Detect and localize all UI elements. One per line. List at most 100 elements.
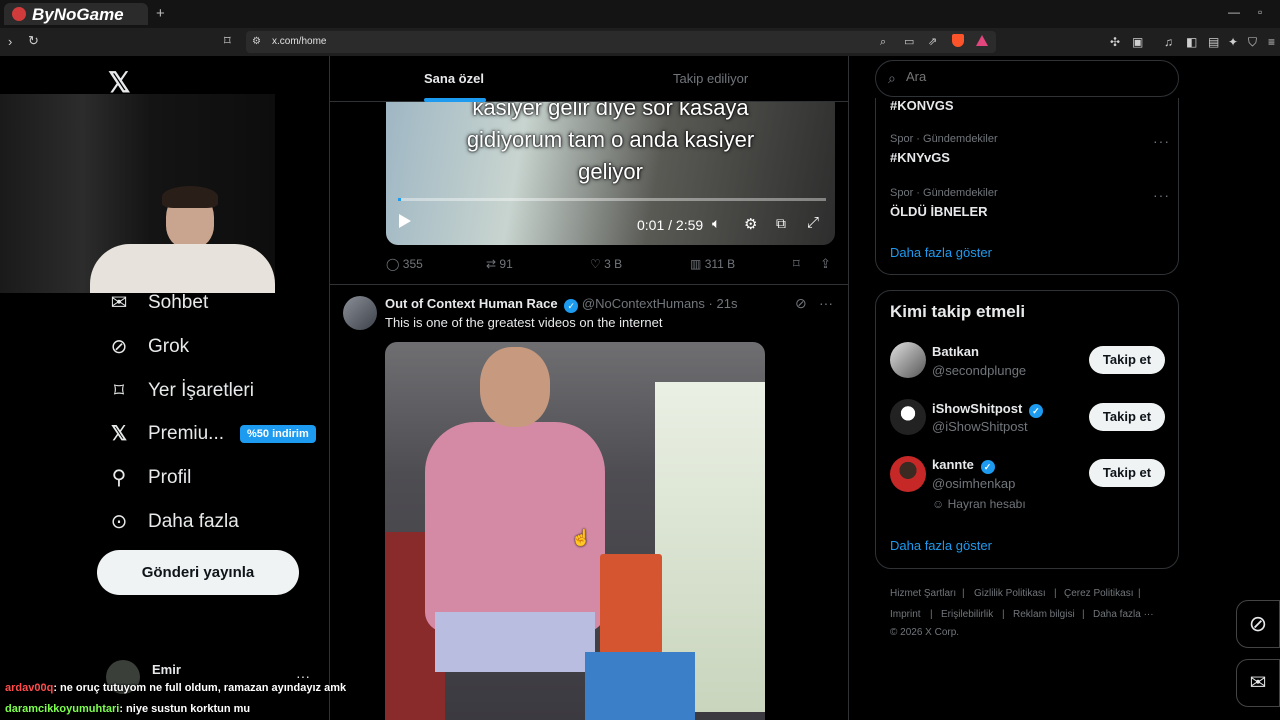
tab-following[interactable]: Takip ediliyor <box>673 71 748 86</box>
follow-button[interactable]: Takip et <box>1089 346 1165 374</box>
post-more-icon[interactable]: ··· <box>819 295 833 311</box>
grok-float-button[interactable]: ⊘ <box>1236 600 1280 648</box>
new-tab-button[interactable]: + <box>156 5 165 22</box>
trends-show-more-link[interactable]: Daha fazla göster <box>890 245 992 260</box>
follow-button[interactable]: Takip et <box>1089 403 1165 431</box>
share-icon[interactable]: ⇗ <box>928 34 937 50</box>
nav-grok-label: Grok <box>148 336 190 357</box>
browser-tab[interactable]: ByNoGame <box>4 3 148 25</box>
nav-grok[interactable]: ⊘ Grok <box>108 336 190 358</box>
menu-icon[interactable]: ≡ <box>1268 34 1275 50</box>
footer-link[interactable]: Reklam bilgisi <box>1013 609 1075 620</box>
post2-time[interactable]: 21s <box>717 296 738 311</box>
views-action[interactable]: ▥ 311 B <box>690 257 735 271</box>
nav-chat[interactable]: ✉ Sohbet <box>108 292 209 314</box>
bookmark-icon[interactable]: ⌑ <box>793 256 800 272</box>
post-divider <box>330 284 848 285</box>
footer-link[interactable]: Imprint <box>890 609 921 620</box>
search-input[interactable] <box>906 69 1156 84</box>
fullscreen-icon[interactable]: ⤢ <box>807 214 819 231</box>
post-button[interactable]: Gönderi yayınla <box>97 550 299 595</box>
avatar[interactable] <box>890 399 926 435</box>
post2-handle[interactable]: @NoContextHumans <box>582 296 705 311</box>
vpn-icon[interactable]: ⛉ <box>1248 34 1257 50</box>
site-settings-icon[interactable]: ⚙ <box>252 34 261 50</box>
restore-icon[interactable]: ▫ <box>1258 5 1262 19</box>
footer-link[interactable]: Hizmet Şartları <box>890 588 956 599</box>
post2-text: This is one of the greatest videos on th… <box>385 315 663 330</box>
trend-item[interactable]: Spor · Gündemdekiler ÖLDÜ İBNELER ··· <box>890 187 1170 219</box>
footer-sep: | <box>1138 588 1141 599</box>
nav-profile[interactable]: ⚲ Profil <box>108 467 192 489</box>
music-icon[interactable]: ♫ <box>1164 34 1173 50</box>
user-name[interactable]: Batıkan <box>932 344 979 359</box>
cast-icon[interactable]: ▭ <box>904 34 914 50</box>
nav-bookmarks[interactable]: ⌑ Yer İşaretleri <box>108 380 254 402</box>
mail-icon: ✉ <box>110 292 128 314</box>
chat-text: : ne oruç tutuyom ne full oldum, ramazan… <box>53 682 347 694</box>
copyright: © 2026 X Corp. <box>890 627 960 638</box>
minimize-icon[interactable]: — <box>1228 5 1240 19</box>
caption-line-3: geliyor <box>578 159 643 184</box>
video-progress-track[interactable] <box>398 198 826 201</box>
reply-count: 355 <box>402 257 423 271</box>
user-handle: @secondplunge <box>932 363 1027 378</box>
url-text[interactable]: x.com/home <box>272 36 326 47</box>
pip-icon[interactable]: ⧉ <box>776 215 786 232</box>
user-name[interactable]: kannte <box>932 457 974 472</box>
brave-shield-icon[interactable] <box>952 34 964 47</box>
footer-link[interactable]: Daha fazla ··· <box>1093 609 1154 620</box>
like-action[interactable]: ♡ 3 B <box>590 257 622 271</box>
footer-link[interactable]: Çerez Politikası <box>1064 588 1133 599</box>
post2-avatar[interactable] <box>343 296 377 330</box>
avatar[interactable] <box>890 342 926 378</box>
reply-action[interactable]: ◯ 355 <box>386 257 423 271</box>
follow-show-more-link[interactable]: Daha fazla göster <box>890 538 992 553</box>
messages-float-button[interactable]: ✉ <box>1236 659 1280 707</box>
footer-sep: | <box>962 588 965 599</box>
views-icon: ▥ <box>690 257 702 271</box>
trend-name: ÖLDÜ İBNELER <box>890 204 988 219</box>
play-icon[interactable] <box>399 214 411 228</box>
trend-more-icon[interactable]: ··· <box>1153 133 1170 149</box>
leo-icon[interactable]: ✦ <box>1228 34 1238 50</box>
person-shorts <box>435 612 595 672</box>
tab-for-you[interactable]: Sana özel <box>424 71 484 86</box>
forward-icon[interactable]: › <box>8 34 12 50</box>
more-circle-icon: ⊙ <box>110 511 128 533</box>
extension-icon[interactable]: ▣ <box>1132 34 1143 50</box>
nav-premium[interactable]: 𝕏 Premiu... %50 indirim <box>108 423 316 445</box>
follow-button[interactable]: Takip et <box>1089 459 1165 487</box>
video-player-1[interactable]: kasiyer gelir diye sor kasaya gidiyorum … <box>386 102 835 245</box>
rewards-icon[interactable] <box>976 35 988 46</box>
nav-more[interactable]: ⊙ Daha fazla <box>108 511 239 533</box>
zoom-icon[interactable]: ⌕ <box>880 34 886 50</box>
wallet-icon[interactable]: ▤ <box>1208 34 1219 50</box>
sidebar-icon[interactable]: ◧ <box>1186 34 1197 50</box>
user-handle: @osimhenkap <box>932 476 1016 491</box>
trend-more-icon[interactable]: ··· <box>1153 187 1170 203</box>
dog-food-box <box>600 554 662 654</box>
user-name[interactable]: iShowShitpost <box>932 401 1022 416</box>
grok-icon[interactable]: ⊘ <box>795 295 807 312</box>
repost-action[interactable]: ⇄ 91 <box>486 257 513 271</box>
caption-line-1: kasiyer gelir diye sor kasaya <box>472 102 749 120</box>
footer-link[interactable]: Erişilebilirlik <box>941 609 993 620</box>
volume-icon[interactable]: 🔈︎ <box>712 215 720 232</box>
tab-favicon-icon <box>12 7 26 21</box>
tab-active-indicator <box>424 98 486 102</box>
heart-icon: ♡ <box>590 257 601 271</box>
post2-author[interactable]: Out of Context Human Race <box>385 296 558 311</box>
reload-icon[interactable]: ↻ <box>28 33 39 49</box>
footer-link[interactable]: Gizlilik Politikası <box>974 588 1046 599</box>
post2-video[interactable]: ☝ <box>385 342 765 720</box>
trend-item[interactable]: Spor · Gündemdekiler #KNYvGS ··· <box>890 133 1170 165</box>
avatar[interactable] <box>890 456 926 492</box>
share-icon[interactable]: ⇪ <box>820 256 831 272</box>
person-shirt <box>425 422 605 632</box>
bookmark-page-icon[interactable]: ⌑ <box>224 33 231 49</box>
settings-icon[interactable]: ⚙ <box>744 215 757 233</box>
extensions-icon[interactable]: ✣ <box>1110 34 1120 50</box>
trend-name: #KNYvGS <box>890 150 950 165</box>
search-box[interactable]: ⌕ <box>875 60 1179 97</box>
